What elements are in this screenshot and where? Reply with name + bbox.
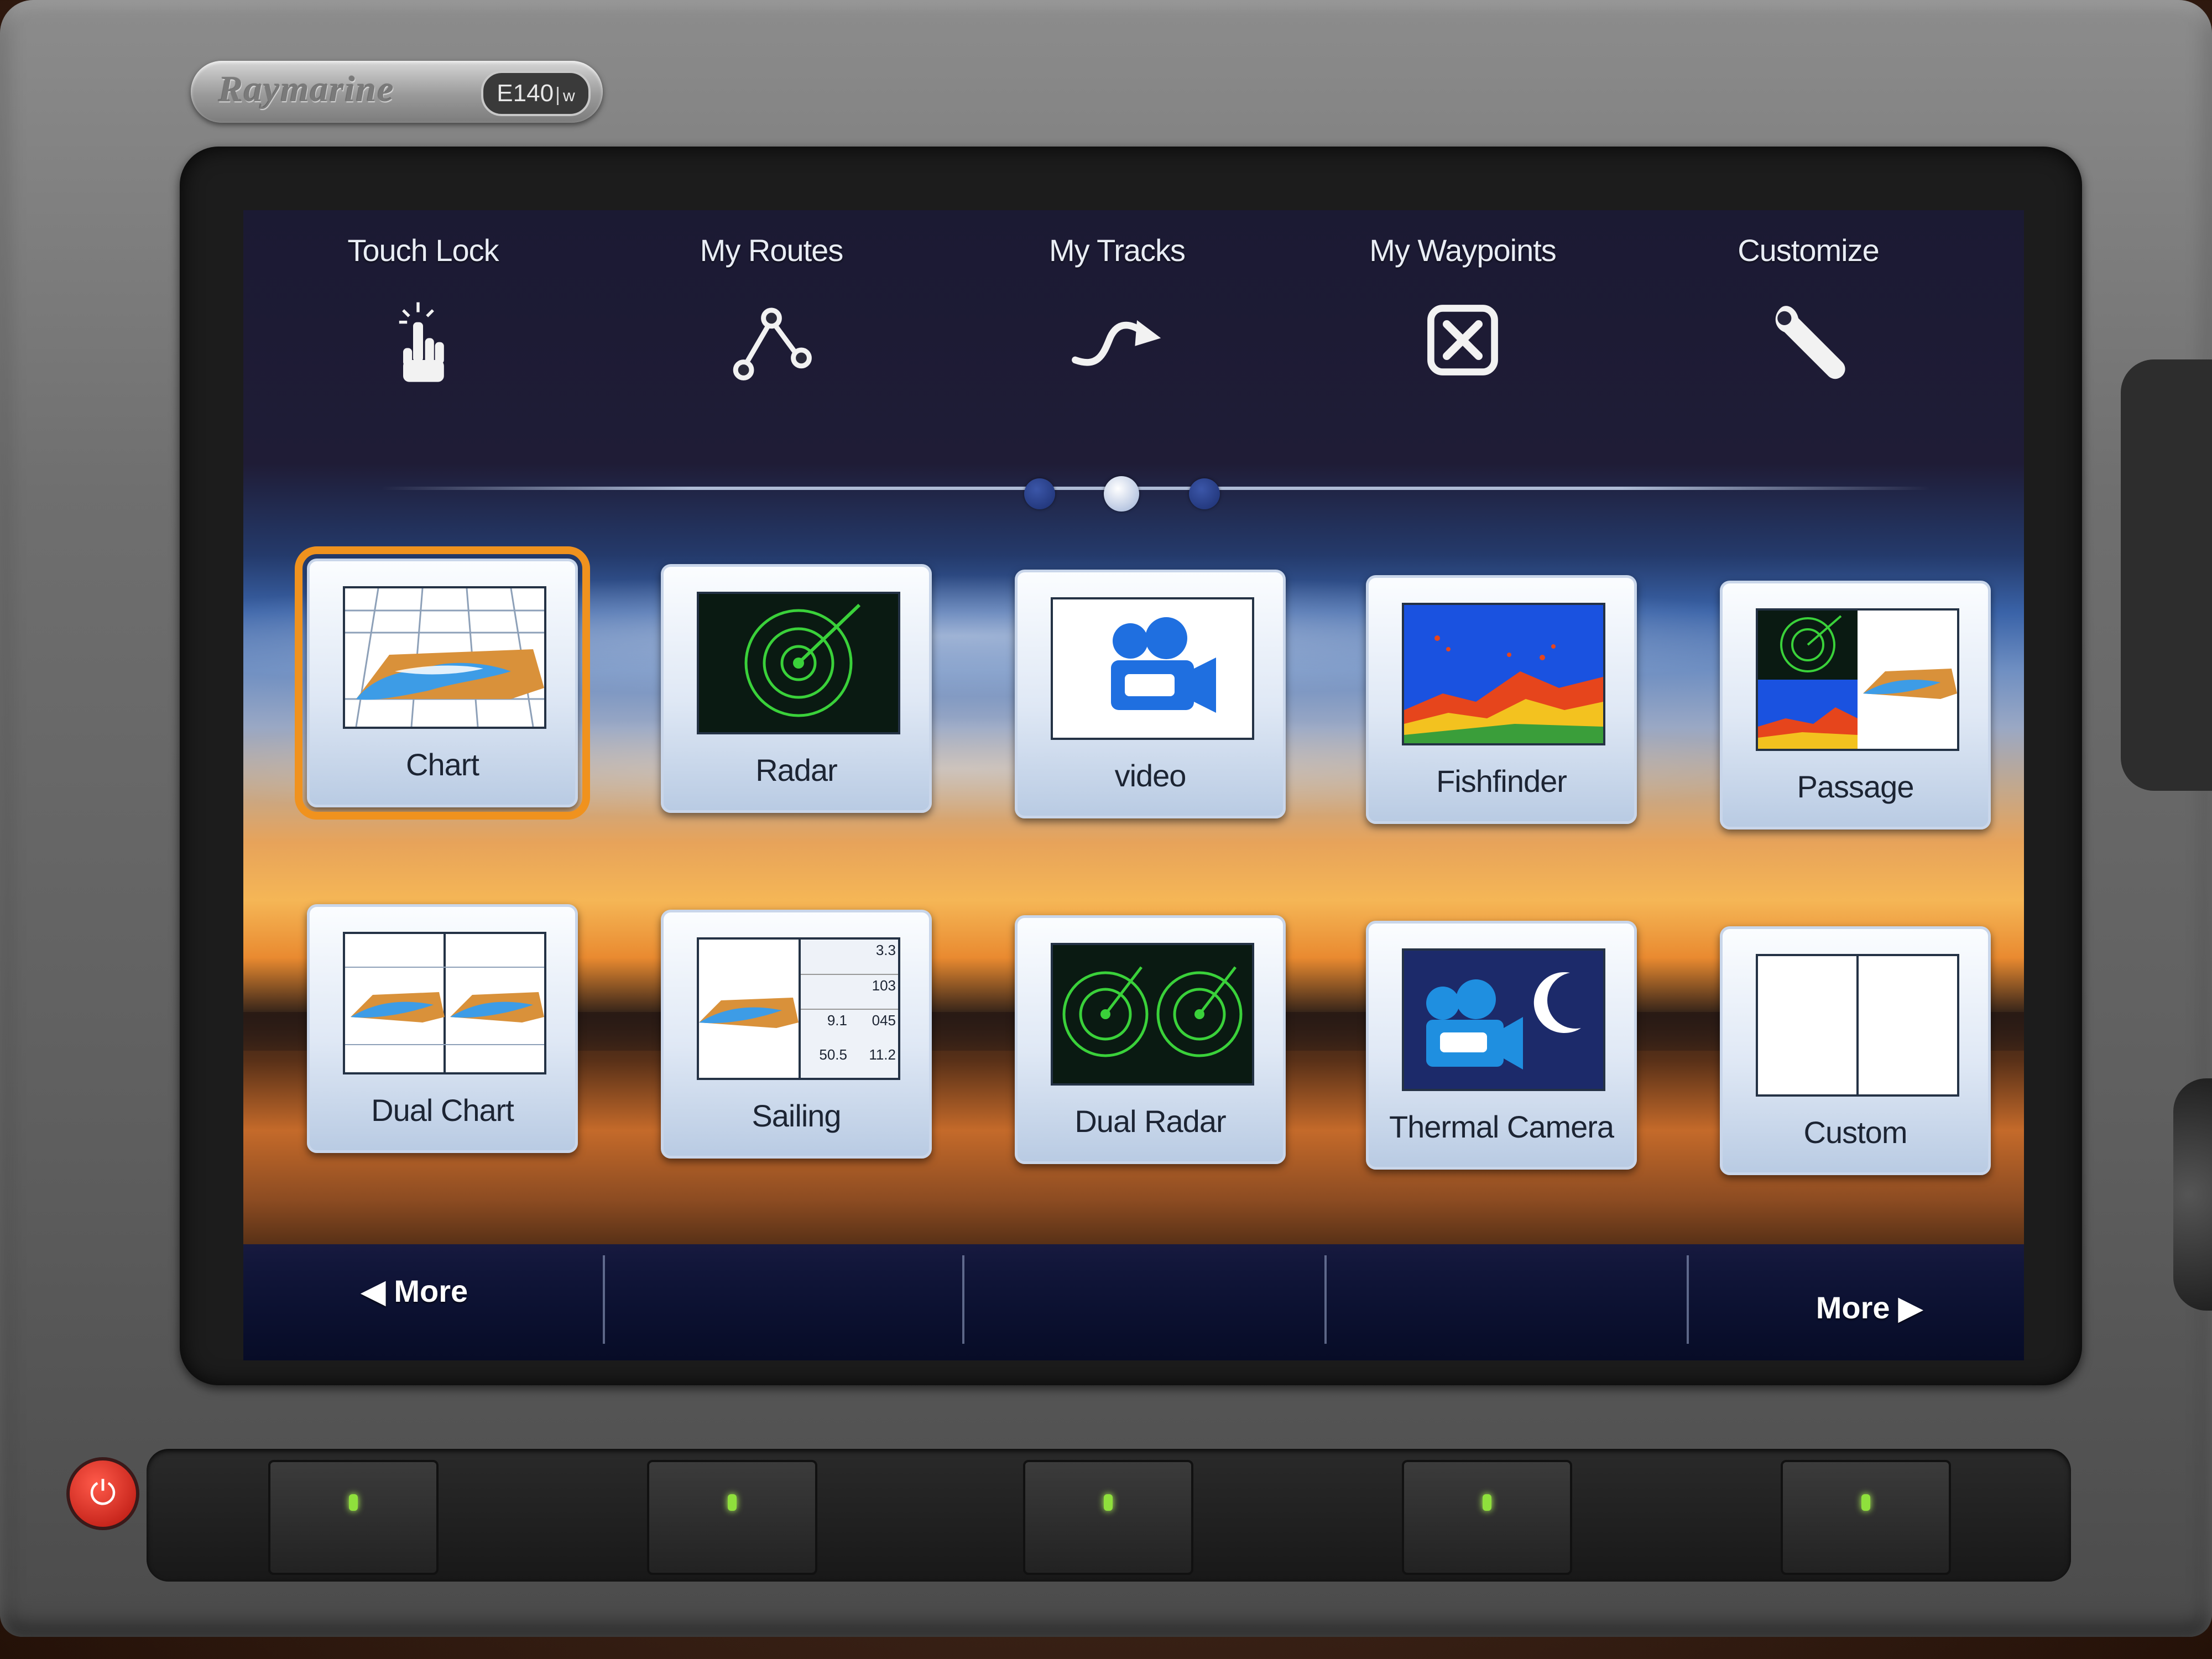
app-label: Sailing bbox=[752, 1098, 841, 1133]
app-tile-video[interactable]: video bbox=[1015, 570, 1286, 818]
app-label: Custom bbox=[1803, 1115, 1908, 1150]
card-slot-door bbox=[2121, 359, 2212, 791]
route-nodes-icon bbox=[733, 307, 812, 380]
app-label: video bbox=[1114, 758, 1187, 793]
softkey-hardware-button-1[interactable] bbox=[268, 1460, 439, 1575]
data-value: 11.2 bbox=[869, 1046, 896, 1063]
brand-logo: Raymarine bbox=[218, 69, 395, 109]
model-number: E140 bbox=[497, 80, 554, 107]
touch-lock-label: Touch Lock bbox=[347, 233, 499, 268]
my-tracks-label: My Tracks bbox=[1048, 233, 1186, 268]
app-tile-thermal-camera[interactable]: Thermal Camera bbox=[1366, 921, 1637, 1170]
app-label: Thermal Camera bbox=[1389, 1109, 1614, 1144]
app-tile-sailing[interactable]: 3.3 103 9.1 045 50.5 11.2 Sailing bbox=[661, 910, 932, 1159]
customize-button[interactable]: Customize bbox=[1692, 232, 1924, 390]
radar-thumbnail bbox=[697, 592, 900, 734]
chart-thumbnail bbox=[343, 586, 546, 729]
data-value: 50.5 bbox=[819, 1046, 847, 1063]
rotary-knob[interactable] bbox=[2173, 1078, 2212, 1311]
dual-radar-thumbnail bbox=[1051, 943, 1254, 1086]
page-indicator-dot[interactable] bbox=[1024, 478, 1055, 509]
track-arrow-icon bbox=[1072, 320, 1161, 366]
video-camera-icon bbox=[1051, 597, 1254, 740]
page-indicator-dot[interactable] bbox=[1189, 478, 1220, 509]
dual-chart-thumbnail bbox=[343, 932, 546, 1074]
touch-hand-icon bbox=[399, 302, 444, 382]
app-tile-dual-chart[interactable]: Dual Chart bbox=[307, 904, 578, 1153]
fishfinder-thumbnail bbox=[1402, 603, 1605, 745]
app-label: Radar bbox=[755, 753, 838, 787]
app-tile-custom[interactable]: Custom bbox=[1720, 926, 1991, 1175]
data-value: 9.1 bbox=[827, 1012, 847, 1029]
app-tile-chart[interactable]: Chart bbox=[295, 546, 590, 820]
app-tile-dual-radar[interactable]: Dual Radar bbox=[1015, 915, 1286, 1164]
softkey-divider bbox=[1687, 1255, 1689, 1344]
thermal-camera-thumbnail bbox=[1402, 948, 1605, 1091]
my-tracks-button[interactable]: My Tracks bbox=[1001, 232, 1233, 390]
my-waypoints-label: My Waypoints bbox=[1369, 233, 1557, 268]
model-suffix: w bbox=[557, 87, 575, 105]
sailing-thumbnail: 3.3 103 9.1 045 50.5 11.2 bbox=[697, 937, 900, 1080]
softkey-divider bbox=[962, 1255, 964, 1344]
softkey-divider bbox=[603, 1255, 605, 1344]
wrench-icon bbox=[1775, 306, 1845, 379]
custom-layout-thumbnail bbox=[1756, 954, 1959, 1097]
my-routes-button[interactable]: My Routes bbox=[655, 232, 888, 390]
my-waypoints-button[interactable]: My Waypoints bbox=[1347, 232, 1579, 390]
touch-lock-button[interactable]: Touch Lock bbox=[307, 232, 539, 390]
softkey-hardware-button-4[interactable] bbox=[1402, 1460, 1572, 1575]
more-right-button[interactable]: More ▶ bbox=[1731, 1277, 2007, 1338]
model-badge: E140 w bbox=[481, 71, 591, 116]
power-button[interactable]: ⏻ bbox=[66, 1457, 139, 1530]
led-indicator bbox=[349, 1494, 358, 1511]
softkey-hardware-button-5[interactable] bbox=[1781, 1460, 1951, 1575]
led-indicator bbox=[728, 1494, 737, 1511]
app-label: Chart bbox=[406, 747, 479, 782]
app-label: Fishfinder bbox=[1436, 764, 1567, 799]
brand-plate: Raymarine E140 w bbox=[191, 61, 603, 123]
softkey-hardware-button-3[interactable] bbox=[1023, 1460, 1193, 1575]
menu-divider bbox=[382, 487, 1930, 490]
app-label: Dual Radar bbox=[1074, 1104, 1226, 1139]
sailing-chart-panel bbox=[699, 940, 799, 1078]
data-value: 045 bbox=[872, 1012, 896, 1029]
led-indicator bbox=[1104, 1494, 1113, 1511]
app-tile-fishfinder[interactable]: Fishfinder bbox=[1366, 575, 1637, 824]
data-value: 3.3 bbox=[849, 940, 898, 975]
led-indicator bbox=[1861, 1494, 1870, 1511]
customize-label: Customize bbox=[1738, 233, 1880, 268]
my-routes-label: My Routes bbox=[700, 233, 844, 268]
power-icon: ⏻ bbox=[90, 1474, 116, 1511]
page-indicator-dot-active[interactable] bbox=[1104, 476, 1139, 512]
more-left-button[interactable]: ◀ More bbox=[276, 1261, 553, 1322]
waypoint-x-icon bbox=[1427, 305, 1498, 375]
app-tile-radar[interactable]: Radar bbox=[661, 564, 932, 813]
led-indicator bbox=[1483, 1494, 1491, 1511]
passage-thumbnail bbox=[1756, 608, 1959, 751]
softkey-hardware-button-2[interactable] bbox=[647, 1460, 817, 1575]
app-label: Dual Chart bbox=[371, 1093, 514, 1128]
sailing-data-panel: 3.3 103 9.1 045 50.5 11.2 bbox=[799, 940, 898, 1078]
softkey-divider bbox=[1324, 1255, 1327, 1344]
home-screen: Touch Lock My Routes My Tracks My Waypoi… bbox=[243, 210, 2024, 1360]
data-value: 103 bbox=[849, 975, 898, 1010]
app-tile-passage[interactable]: Passage bbox=[1720, 581, 1991, 830]
app-label: Passage bbox=[1797, 769, 1914, 804]
